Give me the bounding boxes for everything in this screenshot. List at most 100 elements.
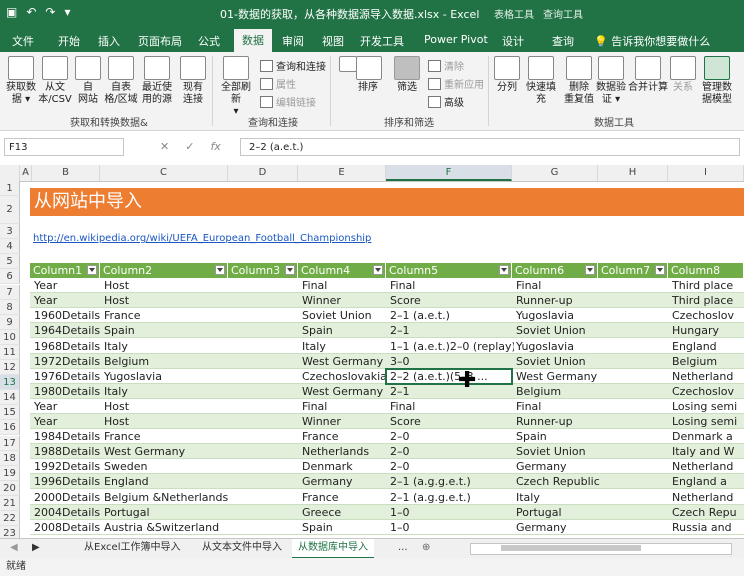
table-cell[interactable]: Greece	[300, 505, 388, 520]
save-icon[interactable]: ▣	[6, 5, 17, 19]
cancel-icon[interactable]: ✕	[160, 140, 169, 153]
table-cell[interactable]: 2–1 (a.g.g.e.t.)	[388, 490, 514, 505]
source-url-link[interactable]: http://en.wikipedia.org/wiki/UEFA_Europe…	[33, 233, 371, 244]
table-cell[interactable]: Runner-up	[514, 414, 600, 429]
row-header-22[interactable]: 22	[0, 511, 20, 527]
table-cell[interactable]: Denmark a	[670, 429, 744, 444]
filter-dropdown-icon[interactable]	[373, 265, 383, 275]
table-cell[interactable]: France	[102, 308, 230, 323]
table-cell[interactable]: Denmark	[300, 459, 388, 474]
formula-input[interactable]: 2–2 (a.e.t.)	[240, 138, 740, 156]
table-cell[interactable]: Czech Republic	[514, 474, 600, 489]
row-header-20[interactable]: 20	[0, 480, 20, 496]
table-cell[interactable]: England a	[670, 474, 744, 489]
table-cell[interactable]: 2–1 (a.g.g.e.t.)	[388, 474, 514, 489]
table-cell[interactable]: Winner	[300, 293, 388, 308]
table-cell[interactable]: Third place	[670, 278, 744, 293]
table-cell[interactable]: 2–0	[388, 429, 514, 444]
row-header-21[interactable]: 21	[0, 495, 20, 511]
table-cell[interactable]: Yugoslavia	[102, 369, 230, 384]
column-header-d[interactable]: D	[228, 165, 298, 181]
table-cell[interactable]: France	[300, 429, 388, 444]
existing-connections-button[interactable]: 现有 连接	[178, 56, 208, 106]
table-cell[interactable]: 2–1	[388, 384, 514, 399]
row-header-14[interactable]: 14	[0, 390, 20, 406]
row-header-1[interactable]: 1	[0, 181, 20, 197]
column-header-h[interactable]: H	[598, 165, 668, 181]
table-cell[interactable]: 1968Details	[32, 339, 102, 354]
filter-dropdown-icon[interactable]	[585, 265, 595, 275]
sheet-tab-more[interactable]: ...	[392, 539, 414, 557]
table-cell[interactable]: Sweden	[102, 459, 230, 474]
remove-duplicates-button[interactable]: 删除 重复值	[564, 56, 594, 106]
table-cell[interactable]: 1964Details	[32, 323, 102, 338]
from-web-button[interactable]: 自 网站	[74, 56, 102, 106]
table-cell[interactable]: 1992Details	[32, 459, 102, 474]
table-cell[interactable]: 1–1 (a.e.t.)2–0 (replay)	[388, 339, 514, 354]
redo-icon[interactable]: ↷	[45, 5, 55, 19]
table-cell[interactable]: Winner	[300, 414, 388, 429]
table-cell[interactable]: Austria &Switzerland	[102, 520, 230, 535]
from-text-csv-button[interactable]: 从文 本/CSV	[38, 56, 72, 106]
enter-icon[interactable]: ✓	[185, 140, 194, 153]
reapply-button[interactable]: 重新应用	[428, 76, 484, 91]
table-cell[interactable]: 2–0	[388, 444, 514, 459]
manage-data-model-button[interactable]: 管理数 据模型	[700, 56, 734, 106]
table-cell[interactable]: 2–0	[388, 459, 514, 474]
table-cell[interactable]: Germany	[514, 520, 600, 535]
table-cell[interactable]: Germany	[514, 459, 600, 474]
relationships-button[interactable]: 关系	[670, 56, 696, 94]
refresh-all-button[interactable]: 全部刷新 ▾	[218, 56, 254, 118]
row-header-16[interactable]: 16	[0, 420, 20, 436]
filter-dropdown-icon[interactable]	[87, 265, 97, 275]
table-cell[interactable]: Year	[32, 399, 102, 414]
sort-button[interactable]: 排序	[356, 56, 382, 94]
table-cell[interactable]: 2–1	[388, 323, 514, 338]
table-cell[interactable]: Final	[388, 278, 514, 293]
tab-design[interactable]: 设计	[502, 33, 524, 49]
table-cell[interactable]: 1972Details	[32, 354, 102, 369]
filter-dropdown-icon[interactable]	[655, 265, 665, 275]
properties-button[interactable]: 属性	[260, 76, 296, 91]
table-cell[interactable]: Yugoslavia	[514, 339, 600, 354]
add-sheet-icon[interactable]: ⊕	[416, 539, 436, 557]
filter-dropdown-icon[interactable]	[499, 265, 509, 275]
filter-dropdown-icon[interactable]	[215, 265, 225, 275]
table-cell[interactable]: Czech Repu	[670, 505, 744, 520]
table-cell[interactable]: Belgium	[670, 354, 744, 369]
column-header-a[interactable]: A	[20, 165, 32, 181]
filter-button[interactable]: 筛选	[390, 56, 424, 94]
table-cell[interactable]: England	[670, 339, 744, 354]
get-data-button[interactable]: 获取数 据 ▾	[4, 56, 38, 106]
select-all-corner[interactable]	[0, 165, 20, 181]
table-cell[interactable]: 1980Details	[32, 384, 102, 399]
tab-insert[interactable]: 插入	[98, 33, 120, 49]
table-cell[interactable]: Portugal	[102, 505, 230, 520]
table-cell[interactable]: Spain	[102, 323, 230, 338]
table-cell[interactable]: Host	[102, 278, 230, 293]
table-cell[interactable]: West Germany	[300, 384, 388, 399]
table-cell[interactable]: Spain	[300, 323, 388, 338]
tab-view[interactable]: 视图	[322, 33, 344, 49]
from-table-button[interactable]: 自表 格/区域	[104, 56, 138, 106]
row-header-7[interactable]: 7	[0, 284, 20, 300]
table-cell[interactable]: Runner-up	[514, 293, 600, 308]
row-header-3[interactable]: 3	[0, 224, 20, 240]
table-cell[interactable]: Final	[514, 278, 600, 293]
table-cell[interactable]: Final	[388, 399, 514, 414]
table-cell[interactable]: Year	[32, 414, 102, 429]
table-cell[interactable]: Soviet Union	[514, 444, 600, 459]
table-cell[interactable]: Russia and	[670, 520, 744, 535]
table-cell[interactable]: Soviet Union	[514, 354, 600, 369]
filter-dropdown-icon[interactable]	[285, 265, 295, 275]
table-cell[interactable]: Host	[102, 414, 230, 429]
row-header-15[interactable]: 15	[0, 405, 20, 421]
tab-home[interactable]: 开始	[58, 33, 80, 49]
column-header-b[interactable]: B	[32, 165, 100, 181]
table-cell[interactable]: Final	[300, 399, 388, 414]
table-cell[interactable]: Spain	[514, 429, 600, 444]
table-cell[interactable]: Final	[514, 399, 600, 414]
table-cell[interactable]: 1984Details	[32, 429, 102, 444]
row-header-23[interactable]: 23	[0, 526, 20, 538]
table-cell[interactable]: Italy and W	[670, 444, 744, 459]
